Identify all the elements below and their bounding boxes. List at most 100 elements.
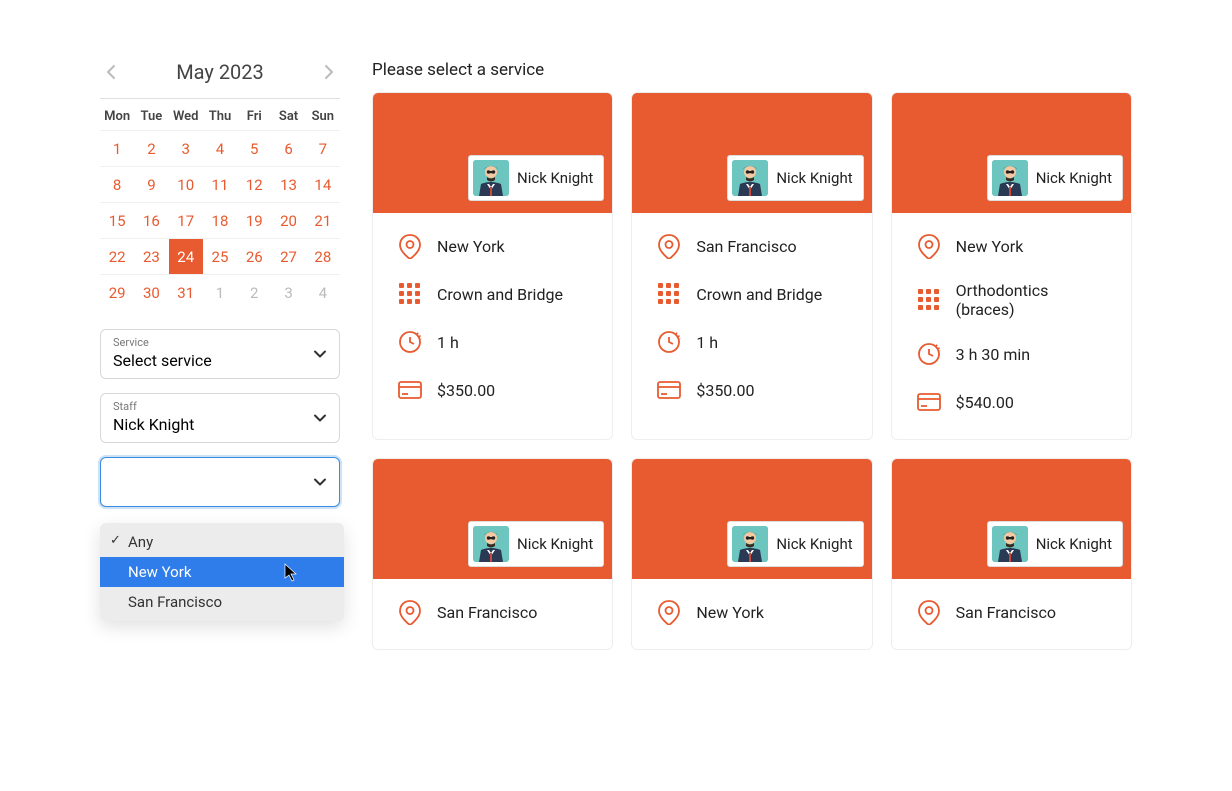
card-body: New York bbox=[632, 579, 871, 649]
calendar-day[interactable]: 14 bbox=[306, 167, 340, 203]
service-card[interactable]: Nick Knight San Francisco bbox=[891, 458, 1132, 650]
card-hero: Nick Knight bbox=[632, 459, 871, 579]
calendar-day[interactable]: 11 bbox=[203, 167, 237, 203]
calendar-day[interactable]: 20 bbox=[271, 203, 305, 239]
avatar bbox=[473, 526, 509, 562]
calendar-day[interactable]: 27 bbox=[271, 239, 305, 275]
service-duration: 3 h 30 min bbox=[956, 345, 1030, 364]
calendar-weekday: Wed bbox=[169, 99, 203, 131]
price-card-icon bbox=[397, 377, 423, 403]
calendar-day[interactable]: 10 bbox=[169, 167, 203, 203]
sidebar: May 2023 MonTueWedThuFriSatSun 123456789… bbox=[100, 60, 340, 650]
calendar-day[interactable]: 1 bbox=[203, 275, 237, 311]
service-select[interactable]: Service Select service bbox=[100, 329, 340, 379]
calendar-day[interactable]: 9 bbox=[134, 167, 168, 203]
next-month-button[interactable] bbox=[318, 61, 340, 83]
location-option[interactable]: Any bbox=[100, 527, 344, 557]
calendar-day[interactable]: 6 bbox=[271, 131, 305, 167]
calendar-day[interactable]: 13 bbox=[271, 167, 305, 203]
service-location: New York bbox=[437, 237, 505, 256]
calendar-day[interactable]: 3 bbox=[271, 275, 305, 311]
chevron-down-icon bbox=[313, 344, 327, 363]
service-duration: 1 h bbox=[437, 333, 459, 352]
calendar-day[interactable]: 31 bbox=[169, 275, 203, 311]
calendar-day[interactable]: 22 bbox=[100, 239, 134, 275]
card-body: New YorkCrown and Bridge1 h$350.00 bbox=[373, 213, 612, 427]
location-pin-icon bbox=[656, 599, 682, 625]
service-location: New York bbox=[956, 237, 1024, 256]
calendar-header: May 2023 bbox=[100, 60, 340, 98]
price-card-icon bbox=[656, 377, 682, 403]
service-card[interactable]: Nick Knight San Francisco bbox=[372, 458, 613, 650]
location-pin-icon bbox=[916, 599, 942, 625]
service-price: $540.00 bbox=[956, 393, 1014, 412]
calendar-day[interactable]: 4 bbox=[203, 131, 237, 167]
staff-name: Nick Knight bbox=[1036, 535, 1112, 553]
avatar bbox=[732, 160, 768, 196]
calendar-day[interactable]: 8 bbox=[100, 167, 134, 203]
calendar-day[interactable]: 1 bbox=[100, 131, 134, 167]
calendar-day[interactable]: 25 bbox=[203, 239, 237, 275]
calendar-day[interactable]: 5 bbox=[237, 131, 271, 167]
calendar-day[interactable]: 15 bbox=[100, 203, 134, 239]
staff-name: Nick Knight bbox=[776, 535, 852, 553]
location-option[interactable]: San Francisco bbox=[100, 587, 344, 617]
service-select-value: Select service bbox=[113, 351, 327, 370]
card-body: San Francisco bbox=[373, 579, 612, 649]
location-pin-icon bbox=[397, 599, 423, 625]
card-hero: Nick Knight bbox=[373, 93, 612, 213]
avatar bbox=[473, 160, 509, 196]
service-location: San Francisco bbox=[696, 237, 796, 256]
service-grid-icon bbox=[656, 281, 682, 307]
service-card[interactable]: Nick KnightNew YorkOrthodontics (braces)… bbox=[891, 92, 1132, 440]
calendar-day[interactable]: 23 bbox=[134, 239, 168, 275]
service-grid-icon bbox=[916, 287, 942, 313]
calendar-day[interactable]: 18 bbox=[203, 203, 237, 239]
calendar-day[interactable]: 21 bbox=[306, 203, 340, 239]
calendar-day[interactable]: 2 bbox=[237, 275, 271, 311]
service-name: Crown and Bridge bbox=[696, 285, 822, 304]
chevron-down-icon bbox=[313, 472, 327, 491]
staff-select-value: Nick Knight bbox=[113, 415, 327, 434]
service-card[interactable]: Nick Knight San Francisco Crown and Bridge… bbox=[631, 92, 872, 440]
staff-select[interactable]: Staff Nick Knight bbox=[100, 393, 340, 443]
location-pin-icon bbox=[916, 233, 942, 259]
calendar-day[interactable]: 3 bbox=[169, 131, 203, 167]
calendar-day[interactable]: 12 bbox=[237, 167, 271, 203]
card-body: San Francisco bbox=[892, 579, 1131, 649]
service-card[interactable]: Nick Knight New YorkCrown and Bridge1 h$3… bbox=[372, 92, 613, 440]
staff-name: Nick Knight bbox=[517, 169, 593, 187]
service-location: San Francisco bbox=[956, 603, 1056, 622]
calendar-weekday: Fri bbox=[237, 99, 271, 131]
staff-badge: Nick Knight bbox=[987, 155, 1123, 201]
prev-month-button[interactable] bbox=[100, 61, 122, 83]
service-price: $350.00 bbox=[696, 381, 754, 400]
location-option[interactable]: New York bbox=[100, 557, 344, 587]
calendar-month-title: May 2023 bbox=[176, 60, 264, 84]
calendar-day[interactable]: 26 bbox=[237, 239, 271, 275]
service-location: San Francisco bbox=[437, 603, 537, 622]
calendar-day[interactable]: 28 bbox=[306, 239, 340, 275]
calendar-day[interactable]: 2 bbox=[134, 131, 168, 167]
chevron-down-icon bbox=[313, 408, 327, 427]
card-hero: Nick Knight bbox=[892, 93, 1131, 213]
avatar bbox=[732, 526, 768, 562]
calendar-day[interactable]: 24 bbox=[169, 239, 203, 275]
staff-badge: Nick Knight bbox=[987, 521, 1123, 567]
calendar-day[interactable]: 16 bbox=[134, 203, 168, 239]
card-hero: Nick Knight bbox=[632, 93, 871, 213]
staff-name: Nick Knight bbox=[517, 535, 593, 553]
calendar-day[interactable]: 19 bbox=[237, 203, 271, 239]
location-select[interactable] bbox=[100, 457, 340, 507]
calendar-day[interactable]: 30 bbox=[134, 275, 168, 311]
calendar-day[interactable]: 17 bbox=[169, 203, 203, 239]
calendar-day[interactable]: 4 bbox=[306, 275, 340, 311]
staff-badge: Nick Knight bbox=[468, 155, 604, 201]
calendar-day[interactable]: 29 bbox=[100, 275, 134, 311]
card-body: San Francisco Crown and Bridge 1 h $350.00 bbox=[632, 213, 871, 427]
service-select-label: Service bbox=[113, 336, 327, 349]
service-duration: 1 h bbox=[696, 333, 718, 352]
calendar-day[interactable]: 7 bbox=[306, 131, 340, 167]
service-card[interactable]: Nick Knight New York bbox=[631, 458, 872, 650]
clock-icon bbox=[916, 341, 942, 367]
